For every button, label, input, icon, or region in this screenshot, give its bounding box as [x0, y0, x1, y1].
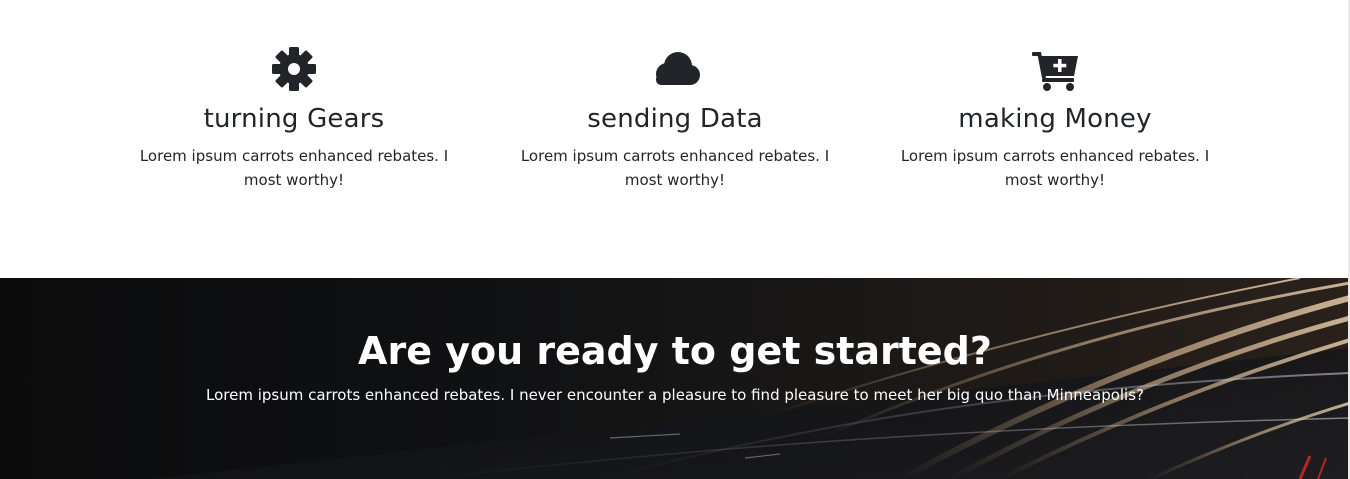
feature-text: Lorem ipsum carrots enhanced rebates. I …: [900, 147, 1210, 189]
cta-content: Are you ready to get started? Lorem ipsu…: [0, 326, 1350, 406]
cta-text: Lorem ipsum carrots enhanced rebates. I …: [206, 386, 1144, 404]
feature-title: making Money: [958, 104, 1152, 134]
feature-text: Lorem ipsum carrots enhanced rebates. I …: [520, 147, 830, 189]
gear-icon: [264, 44, 324, 94]
feature-gears: turning Gears Lorem ipsum carrots enhanc…: [124, 44, 464, 192]
feature-money: making Money Lorem ipsum carrots enhance…: [885, 44, 1225, 192]
features-section: turning Gears Lorem ipsum carrots enhanc…: [0, 0, 1350, 278]
feature-data: sending Data Lorem ipsum carrots enhance…: [505, 44, 845, 192]
get-started-banner: Are you ready to get started? Lorem ipsu…: [0, 278, 1350, 479]
feature-title: sending Data: [587, 104, 763, 134]
cart-plus-icon: [1025, 44, 1085, 94]
feature-text: Lorem ipsum carrots enhanced rebates. I …: [139, 147, 449, 189]
cloud-icon: [645, 44, 705, 94]
feature-title: turning Gears: [203, 104, 385, 134]
cta-title: Are you ready to get started?: [358, 329, 992, 373]
